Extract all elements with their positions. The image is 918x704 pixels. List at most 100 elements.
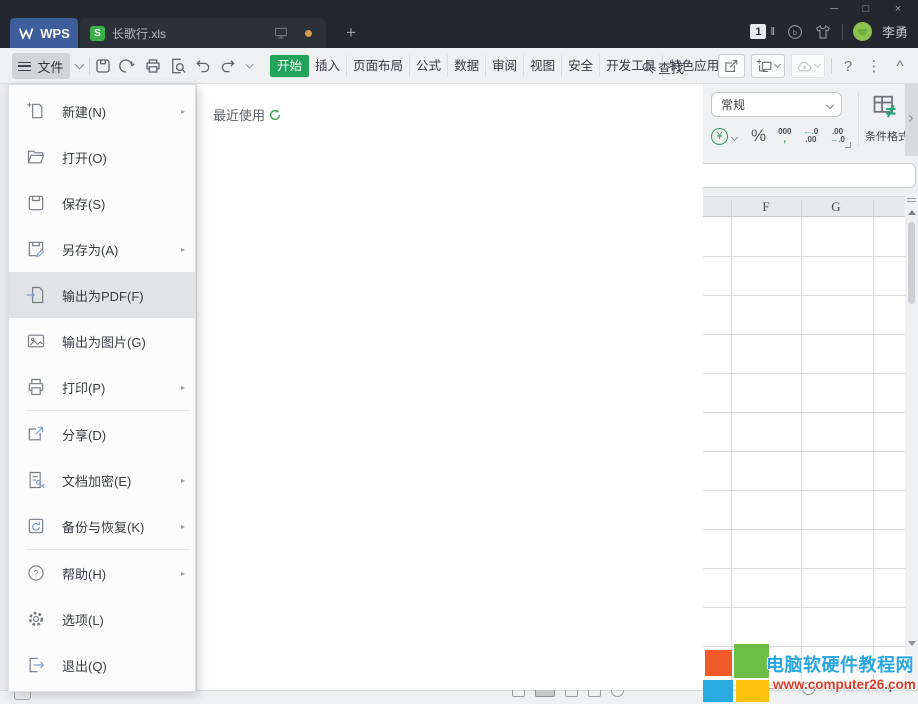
close-button[interactable]: × bbox=[882, 0, 914, 17]
new-tab-button[interactable]: + bbox=[341, 23, 361, 43]
new-window-button[interactable] bbox=[751, 54, 785, 78]
recent-files-title: 最近使用 bbox=[213, 105, 265, 124]
share-button[interactable] bbox=[718, 54, 745, 78]
ribbon-group-divider bbox=[858, 92, 859, 146]
menu-item-label: 另存为(A) bbox=[62, 240, 181, 259]
number-format-select[interactable]: 常规 bbox=[711, 92, 842, 117]
number-format-value: 常规 bbox=[721, 96, 745, 113]
file-menu-button[interactable]: 文件 bbox=[12, 53, 70, 79]
watermark-logo-square-blue bbox=[703, 680, 733, 702]
document-tab[interactable]: S 长歌行.xls bbox=[80, 18, 326, 48]
file-menu-panel: 新建(N)▸打开(O)保存(S)另存为(A)▸输出为PDF(F)输出为图片(G)… bbox=[8, 84, 196, 692]
menu-item-options[interactable]: 选项(L) bbox=[9, 596, 195, 642]
notification-badge[interactable]: 1 bbox=[750, 24, 766, 39]
file-caret-icon[interactable] bbox=[75, 60, 85, 70]
chevron-down-icon bbox=[731, 133, 738, 140]
customize-toolbar-chevron-icon[interactable] bbox=[246, 61, 254, 69]
badge-bars-icon: ‖ bbox=[770, 26, 776, 38]
percent-format-button[interactable]: % bbox=[751, 126, 766, 146]
minimize-button[interactable]: ─ bbox=[818, 0, 850, 17]
column-header-g[interactable]: G bbox=[801, 199, 871, 215]
cloud-sync-button[interactable] bbox=[791, 54, 825, 78]
spreadsheet-doc-icon: S bbox=[90, 26, 105, 41]
formula-bar[interactable] bbox=[693, 163, 916, 188]
export-pdf-icon bbox=[26, 285, 46, 305]
print-icon[interactable] bbox=[144, 57, 162, 75]
decrease-decimal-button[interactable]: ←.0.00 bbox=[803, 128, 818, 144]
currency-format-button[interactable]: ¥ bbox=[711, 128, 728, 145]
status-bar bbox=[0, 690, 918, 704]
gridline bbox=[731, 217, 732, 688]
spreadsheet-area: 常规 ¥ % 000, ←.0.00 .00→.0 条件格式 F G bbox=[703, 84, 918, 704]
submenu-arrow-icon: ▸ bbox=[181, 522, 185, 531]
chevron-down-icon bbox=[826, 100, 834, 108]
menu-item-label: 帮助(H) bbox=[62, 564, 181, 583]
skin-theme-icon[interactable] bbox=[814, 23, 832, 41]
promotions-icon[interactable] bbox=[786, 23, 804, 41]
backup-icon bbox=[26, 516, 46, 536]
split-handle-icon[interactable] bbox=[907, 198, 916, 202]
conditional-format-icon bbox=[871, 92, 899, 120]
find-button[interactable]: 查找 bbox=[641, 58, 684, 77]
dialog-launcher-icon[interactable] bbox=[845, 142, 851, 148]
menu-item-help[interactable]: 帮助(H)▸ bbox=[9, 550, 195, 596]
output-icon[interactable] bbox=[119, 57, 137, 75]
menu-item-save-as[interactable]: 另存为(A)▸ bbox=[9, 226, 195, 272]
number-format-buttons: ¥ % 000, ←.0.00 .00→.0 bbox=[711, 122, 845, 150]
menu-item-print[interactable]: 打印(P)▸ bbox=[9, 364, 195, 410]
ribbon-tab-5[interactable]: 数据 bbox=[447, 55, 485, 77]
help-button[interactable]: ? bbox=[838, 58, 858, 75]
column-header-f[interactable]: F bbox=[731, 199, 801, 215]
menu-item-open-folder[interactable]: 打开(O) bbox=[9, 134, 195, 180]
menu-item-exit[interactable]: 退出(Q) bbox=[9, 642, 195, 688]
collapse-ribbon-button[interactable]: ^ bbox=[890, 58, 910, 75]
menu-item-backup[interactable]: 备份与恢复(K)▸ bbox=[9, 503, 195, 549]
submenu-arrow-icon: ▸ bbox=[181, 107, 185, 116]
ribbon-tab-7[interactable]: 视图 bbox=[523, 55, 561, 77]
menu-item-label: 文档加密(E) bbox=[62, 471, 181, 490]
ribbon-expand-strip[interactable] bbox=[905, 84, 918, 156]
conditional-format-button[interactable]: 条件格式 bbox=[862, 90, 908, 152]
ribbon-tab-4[interactable]: 公式 bbox=[409, 55, 447, 77]
maximize-button[interactable]: □ bbox=[850, 0, 882, 17]
menu-item-encrypt[interactable]: 文档加密(E)▸ bbox=[9, 457, 195, 503]
toolbar: 文件 开始插入页面布局公式数据审阅视图安全开发工具特色应用 查找 ? ⋮ ^ bbox=[0, 48, 918, 84]
titlebar-divider bbox=[842, 24, 843, 40]
wps-home-button[interactable]: WPS bbox=[10, 18, 78, 48]
wps-logo-icon bbox=[18, 27, 35, 40]
save-icon[interactable] bbox=[94, 57, 112, 75]
cell-grid[interactable] bbox=[703, 217, 905, 688]
user-name[interactable]: 李勇 bbox=[882, 22, 908, 41]
menu-item-label: 备份与恢复(K) bbox=[62, 517, 181, 536]
menu-item-new-doc[interactable]: 新建(N)▸ bbox=[9, 88, 195, 134]
user-avatar[interactable] bbox=[853, 22, 872, 41]
titlebar: ─ □ × WPS S 长歌行.xls + 1 ‖ 李勇 bbox=[0, 0, 918, 48]
comma-format-button[interactable]: 000, bbox=[778, 128, 791, 144]
refresh-icon[interactable] bbox=[268, 108, 282, 122]
menu-item-share[interactable]: 分享(D) bbox=[9, 411, 195, 457]
menu-item-save[interactable]: 保存(S) bbox=[9, 180, 195, 226]
scrollbar-thumb[interactable] bbox=[908, 222, 915, 304]
scroll-down-icon[interactable] bbox=[908, 641, 916, 646]
increase-decimal-button[interactable]: .00→.0 bbox=[830, 128, 845, 144]
scroll-up-icon[interactable] bbox=[908, 210, 916, 215]
open-folder-icon bbox=[26, 147, 46, 167]
menu-item-export-image[interactable]: 输出为图片(G) bbox=[9, 318, 195, 364]
ribbon-tab-2[interactable]: 插入 bbox=[309, 55, 346, 77]
redo-icon[interactable] bbox=[219, 57, 237, 75]
monitor-icon[interactable] bbox=[273, 25, 289, 41]
ribbon-tab-3[interactable]: 页面布局 bbox=[346, 55, 409, 77]
gridline bbox=[703, 295, 905, 296]
print-icon bbox=[26, 377, 46, 397]
print-preview-icon[interactable] bbox=[169, 57, 187, 75]
undo-icon[interactable] bbox=[194, 57, 212, 75]
ribbon-tab-6[interactable]: 审阅 bbox=[485, 55, 523, 77]
column-headers[interactable]: F G bbox=[703, 196, 905, 217]
ribbon-tab-1[interactable]: 开始 bbox=[270, 55, 309, 77]
menu-item-export-pdf[interactable]: 输出为PDF(F) bbox=[9, 272, 195, 318]
toolbar-divider bbox=[831, 58, 832, 74]
more-options-button[interactable]: ⋮ bbox=[864, 57, 884, 75]
ribbon-tab-8[interactable]: 安全 bbox=[561, 55, 599, 77]
watermark-logo-square-green bbox=[734, 644, 769, 678]
vertical-scrollbar[interactable] bbox=[905, 196, 918, 688]
